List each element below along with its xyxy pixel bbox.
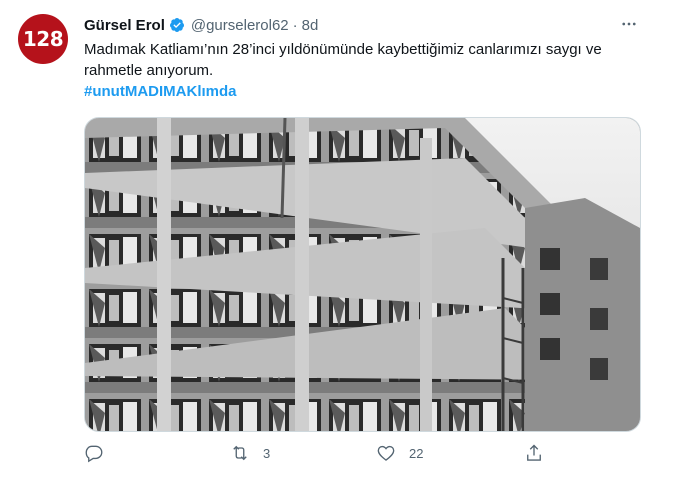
hashtag-link[interactable]: #unutMADIMAKlımda bbox=[84, 81, 644, 102]
author-name[interactable]: Gürsel Erol bbox=[84, 17, 165, 34]
tweet-actions: 3 22 bbox=[84, 443, 644, 467]
tweet-body: Madımak Katliamı’nın 28’inci yıldönümünd… bbox=[84, 41, 602, 79]
building-photo-icon bbox=[85, 118, 640, 431]
retweet-count: 3 bbox=[263, 445, 271, 461]
retweet-button[interactable]: 3 bbox=[230, 443, 270, 463]
more-options-icon[interactable] bbox=[618, 13, 640, 35]
like-count: 22 bbox=[409, 445, 424, 461]
reply-icon bbox=[85, 445, 103, 463]
tweet-header: Gürsel Erol @gurselerol62 · 8d bbox=[84, 15, 318, 35]
share-icon bbox=[527, 444, 541, 461]
heart-icon bbox=[377, 445, 395, 461]
like-button[interactable]: 22 bbox=[376, 443, 423, 463]
tweet-text: Madımak Katliamı’nın 28’inci yıldönümünd… bbox=[84, 39, 644, 102]
author-handle[interactable]: @gurselerol62 bbox=[191, 17, 289, 34]
share-button[interactable] bbox=[524, 443, 544, 463]
avatar[interactable]: 128 bbox=[18, 14, 68, 64]
verified-badge-icon bbox=[169, 18, 184, 32]
reply-button[interactable] bbox=[84, 443, 104, 463]
retweet-icon bbox=[233, 445, 247, 461]
separator-dot: · bbox=[292, 16, 298, 34]
tweet-time[interactable]: 8d bbox=[302, 17, 319, 34]
tweet-photo[interactable] bbox=[84, 117, 641, 432]
